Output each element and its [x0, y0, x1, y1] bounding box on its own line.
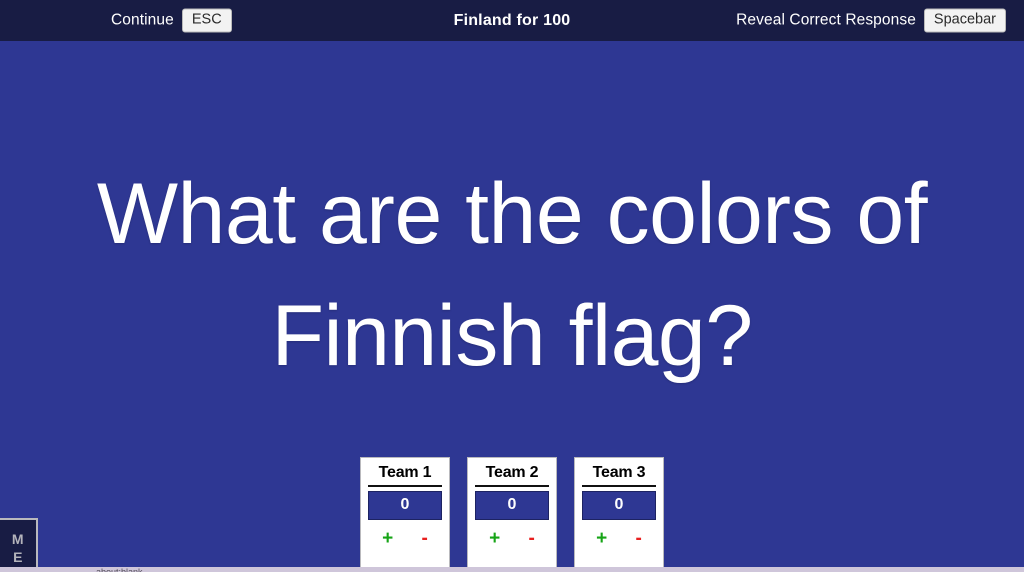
browser-status-bar: about:blank: [0, 567, 1024, 572]
reveal-spacebar-button[interactable]: Spacebar: [923, 8, 1006, 33]
clue-question-text: What are the colors of Finnish flag?: [96, 166, 928, 385]
team-score-controls: + -: [582, 529, 656, 548]
continue-control-group: Continue ESC: [111, 8, 232, 33]
team-card: Team 1 0 + -: [360, 457, 450, 572]
team-score-value[interactable]: 0: [582, 491, 656, 520]
jeopardy-game-screen: Continue ESC Finland for 100 Reveal Corr…: [0, 0, 1024, 572]
team-card: Team 3 0 + -: [574, 457, 664, 572]
team-score-controls: + -: [475, 529, 549, 548]
continue-esc-button[interactable]: ESC: [181, 8, 232, 33]
score-decrease-button[interactable]: -: [418, 529, 432, 548]
score-increase-button[interactable]: +: [485, 529, 504, 548]
clue-display-area[interactable]: What are the colors of Finnish flag? M E…: [0, 41, 1024, 572]
team-score-controls: + -: [368, 529, 442, 548]
team-name-label[interactable]: Team 1: [368, 464, 442, 487]
score-increase-button[interactable]: +: [592, 529, 611, 548]
team-name-label[interactable]: Team 3: [582, 464, 656, 487]
reveal-correct-response-label: Reveal Correct Response: [736, 11, 916, 29]
score-increase-button[interactable]: +: [378, 529, 397, 548]
score-decrease-button[interactable]: -: [525, 529, 539, 548]
team-name-label[interactable]: Team 2: [475, 464, 549, 487]
team-score-value[interactable]: 0: [368, 491, 442, 520]
browser-status-text: about:blank: [96, 567, 143, 572]
top-control-bar: Continue ESC Finland for 100 Reveal Corr…: [0, 0, 1024, 41]
score-decrease-button[interactable]: -: [632, 529, 646, 548]
continue-label: Continue: [111, 11, 174, 29]
team-score-value[interactable]: 0: [475, 491, 549, 520]
reveal-control-group: Reveal Correct Response Spacebar: [736, 8, 1006, 33]
team-card: Team 2 0 + -: [467, 457, 557, 572]
team-scoreboard: Team 1 0 + - Team 2 0 + - Team 3 0 + -: [0, 457, 1024, 572]
